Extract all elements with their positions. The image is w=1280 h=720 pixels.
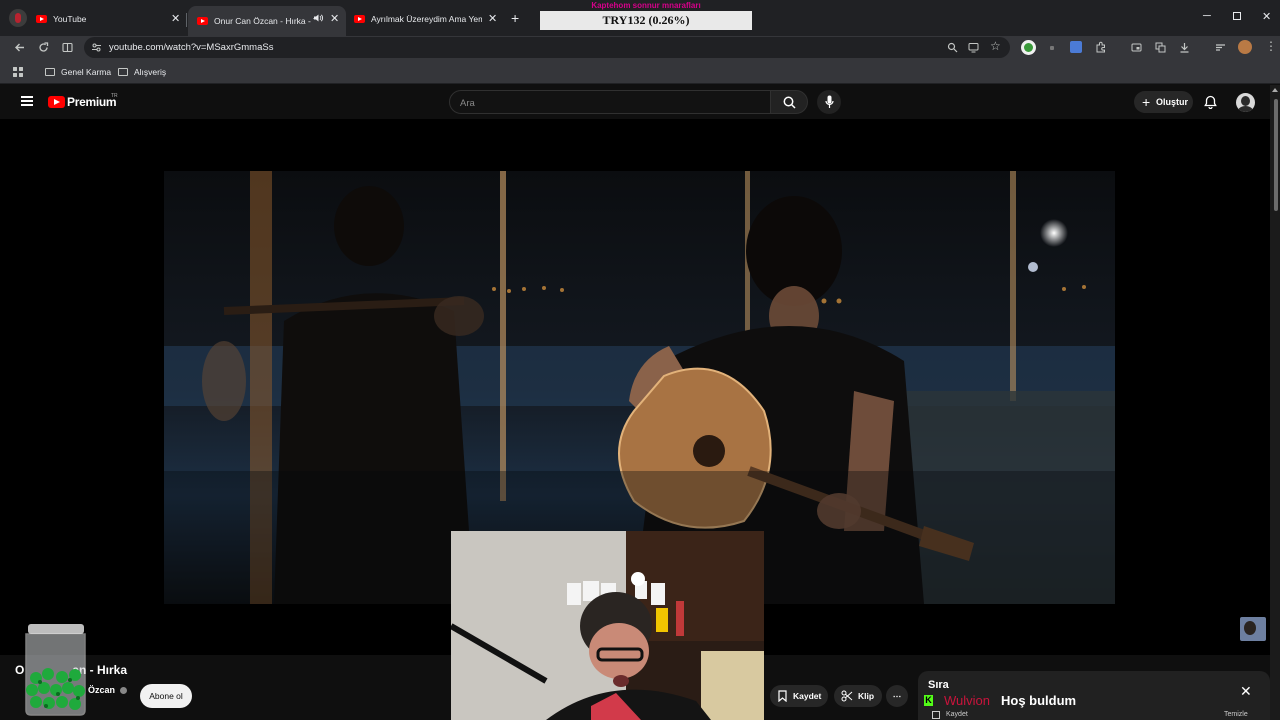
extensions-puzzle-icon[interactable] — [1095, 41, 1107, 53]
more-actions-button[interactable]: ⋯ — [886, 685, 908, 707]
more-icon: ⋯ — [892, 691, 902, 701]
new-tab-button[interactable]: + — [511, 10, 519, 26]
webcam-overlay — [451, 531, 764, 720]
search-input[interactable]: Ara — [449, 90, 771, 114]
scroll-up-arrow-icon[interactable] — [1272, 88, 1278, 92]
account-avatar[interactable] — [1236, 93, 1255, 112]
region-code: TR — [111, 93, 118, 99]
translate-extension-icon[interactable] — [1070, 41, 1082, 53]
verified-icon — [119, 687, 127, 695]
emote-jar-overlay — [22, 622, 89, 716]
search-button[interactable] — [770, 90, 808, 114]
media-control-icon[interactable] — [1131, 42, 1142, 53]
apps-grid-icon[interactable] — [13, 67, 23, 77]
url-text[interactable]: youtube.com/watch?v=MSaxrGmmaSs — [109, 42, 273, 53]
save-label: Kaydet — [793, 691, 822, 701]
search-icon — [783, 96, 796, 109]
tab-label: Onur Can Özcan - Hırka - Yo — [214, 16, 314, 26]
voice-search-button[interactable] — [817, 90, 841, 114]
search-placeholder: Ara — [460, 98, 475, 109]
close-window-icon[interactable]: ✕ — [1262, 10, 1271, 23]
folder-icon — [118, 68, 128, 76]
ticker-heading: Kaptehom sonnur mnarafları — [591, 1, 701, 10]
extension-green-icon[interactable] — [1021, 40, 1036, 55]
profile-icon[interactable] — [9, 9, 27, 27]
close-queue-icon[interactable]: ✕ — [1240, 683, 1252, 700]
plus-icon: + — [1142, 94, 1151, 110]
youtube-favicon-icon — [36, 15, 47, 23]
bookmark-star-icon[interactable]: ☆ — [990, 40, 1001, 52]
queue-save-checkbox[interactable] — [932, 711, 940, 719]
microphone-icon — [825, 95, 834, 109]
queue-save-label[interactable]: Kaydet — [946, 711, 968, 718]
notifications-bell-icon[interactable] — [1204, 95, 1217, 109]
folder-icon — [45, 68, 55, 76]
chat-username: Wulvion — [944, 693, 991, 708]
clip-label: Klip — [858, 691, 875, 701]
save-button[interactable]: Kaydet — [770, 685, 828, 707]
scissors-icon — [841, 690, 853, 702]
profile-avatar-icon[interactable] — [1238, 40, 1252, 54]
channel-name-text: Özcan — [88, 685, 116, 695]
youtube-premium-logo[interactable]: Premium — [67, 95, 117, 109]
reload-icon[interactable] — [38, 42, 49, 53]
bookmark-genel-karma[interactable]: Genel Karma — [45, 67, 111, 77]
hamburger-menu-icon[interactable] — [21, 96, 33, 106]
bookmarks-bar — [0, 60, 1280, 84]
tab-youtube[interactable]: YouTube — [36, 8, 186, 30]
close-tab-icon[interactable]: ✕ — [488, 12, 497, 25]
menu-kebab-icon[interactable]: ⋮ — [1265, 40, 1277, 52]
price-ticker-overlay: Kaptehom sonnur mnarafları TRY132 (0.26%… — [540, 0, 752, 31]
tab-ayrilmak[interactable]: Ayrılmak Üzereydim Ama Yemek — [354, 8, 482, 30]
channel-thumbnail-icon[interactable] — [1240, 617, 1266, 641]
minimize-icon[interactable]: ─ — [1203, 10, 1211, 22]
speaker-icon[interactable] — [313, 13, 323, 23]
ticker-value: TRY132 (0.26%) — [540, 11, 752, 30]
tab-label: YouTube — [53, 14, 87, 24]
close-tab-icon[interactable]: ✕ — [330, 12, 339, 25]
queue-clear-button[interactable]: Temizle — [1224, 711, 1248, 718]
bookmark-icon — [778, 690, 787, 702]
reading-list-icon[interactable] — [1215, 42, 1226, 53]
extension-small-icon[interactable] — [1050, 46, 1054, 50]
bookmark-label: Genel Karma — [61, 67, 112, 77]
translate-icon[interactable] — [1155, 42, 1166, 53]
tab-divider — [186, 13, 187, 27]
install-app-icon[interactable] — [968, 42, 979, 53]
scrollbar-thumb[interactable] — [1274, 99, 1278, 211]
split-view-icon[interactable] — [62, 42, 73, 53]
bookmark-label: Alışveriş — [134, 67, 167, 77]
kick-badge-icon: K — [924, 695, 933, 706]
channel-name[interactable]: Özcan — [88, 685, 127, 695]
youtube-favicon-icon — [197, 17, 208, 25]
subscribe-button[interactable]: Abone ol — [140, 684, 192, 708]
chat-message: Hoş buldum — [1001, 693, 1077, 708]
clip-button[interactable]: Klip — [834, 685, 882, 707]
tab-label: Ayrılmak Üzereydim Ama Yemek — [371, 14, 482, 24]
create-label: Oluştur — [1156, 97, 1189, 107]
site-info-icon[interactable] — [91, 42, 102, 53]
youtube-logo-icon[interactable] — [48, 96, 65, 108]
back-icon[interactable] — [14, 42, 25, 53]
queue-title: Sıra — [928, 679, 949, 691]
create-button[interactable]: + Oluştur — [1134, 91, 1193, 113]
bookmark-alisveris[interactable]: Alışveriş — [118, 67, 166, 77]
download-icon[interactable] — [1179, 42, 1190, 53]
close-tab-icon[interactable]: ✕ — [171, 12, 180, 25]
youtube-favicon-icon — [354, 15, 365, 23]
maximize-icon[interactable] — [1233, 12, 1241, 20]
zoom-icon[interactable] — [947, 42, 958, 53]
